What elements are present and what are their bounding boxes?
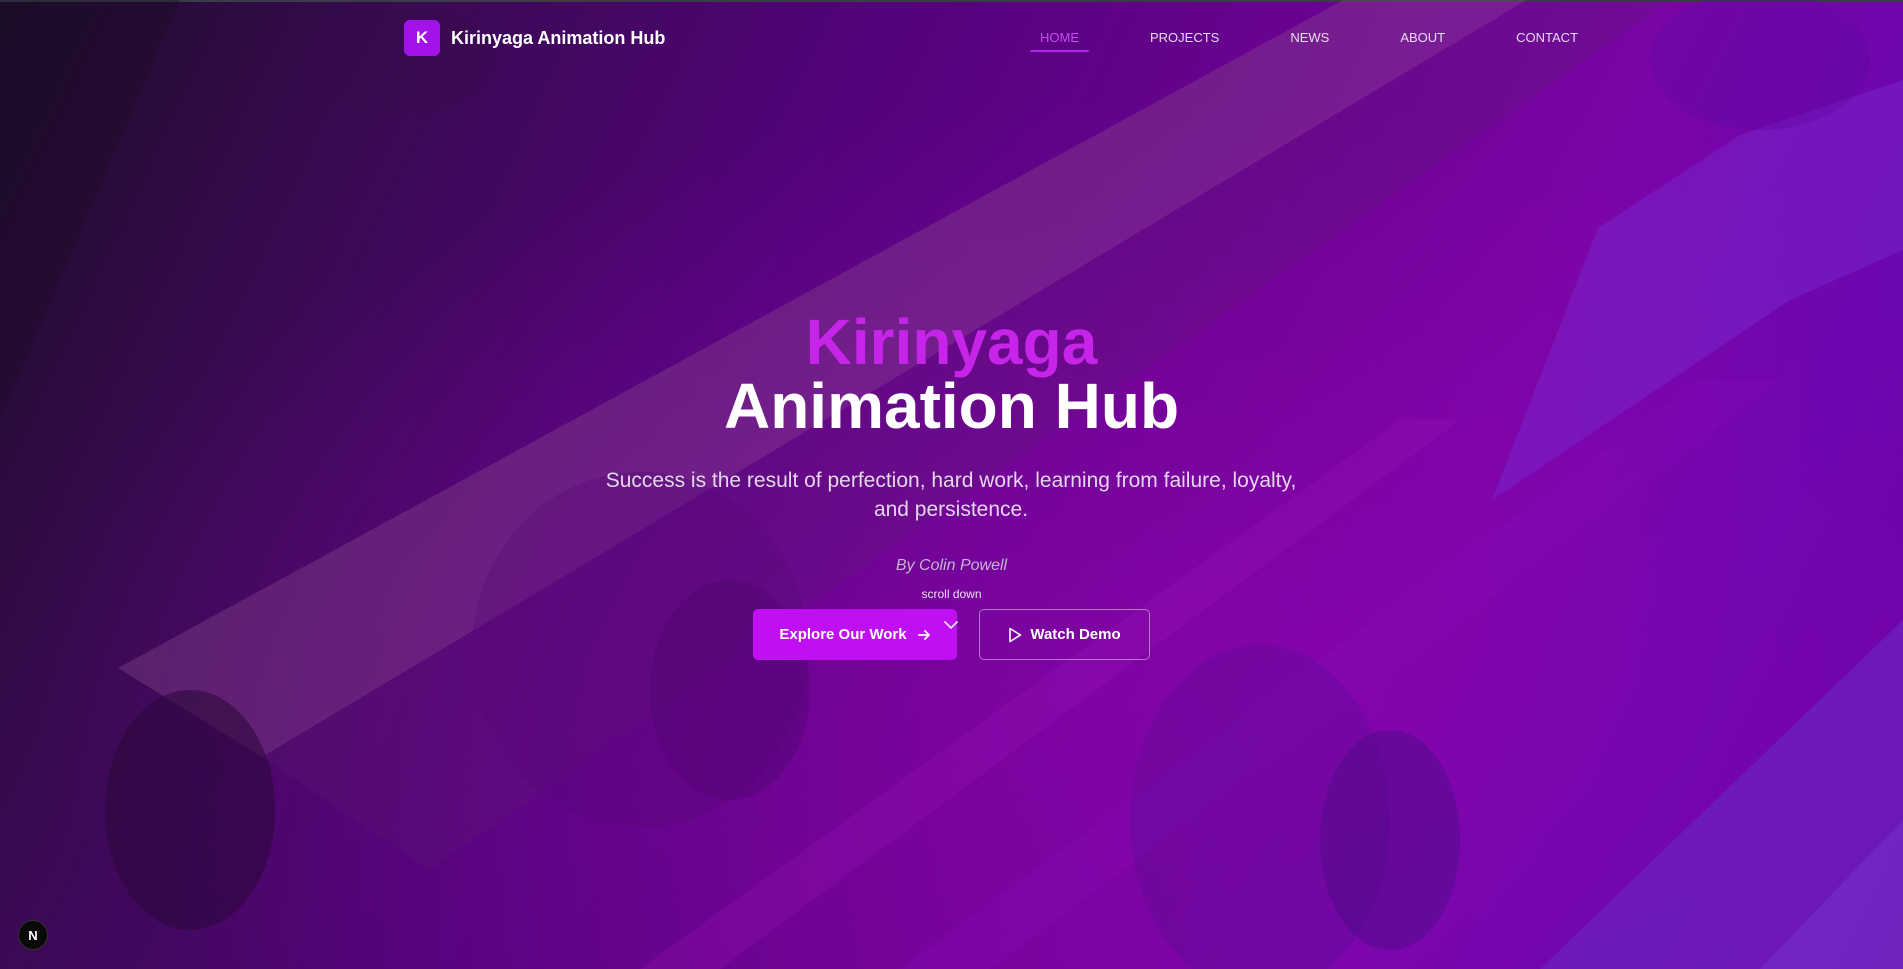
nav-item-news[interactable]: NEWS <box>1280 30 1339 45</box>
brand-name: Kirinyaga Animation Hub <box>451 27 666 48</box>
nav-item-home[interactable]: HOME <box>1030 30 1089 52</box>
chevron-down-icon[interactable] <box>943 620 959 630</box>
quote-author: By Colin Powell <box>895 557 1008 574</box>
watch-demo-button[interactable]: Watch Demo <box>979 609 1150 660</box>
scroll-down-hint[interactable]: scroll down <box>0 587 1903 601</box>
play-icon <box>1008 627 1022 643</box>
nav-item-contact[interactable]: CONTACT <box>1506 30 1588 45</box>
arrow-right-icon <box>917 628 931 642</box>
nav-links: HOME PROJECTS NEWS ABOUT CONTACT <box>1030 30 1639 52</box>
explore-work-label: Explore Our Work <box>779 626 907 643</box>
logo-mark: K <box>404 20 440 56</box>
watch-demo-label: Watch Demo <box>1030 626 1121 643</box>
hero-quote: Success is the result of perfection, har… <box>605 469 1297 521</box>
brand-logo[interactable]: K Kirinyaga Animation Hub <box>404 20 665 56</box>
hero-title-main: Animation Hub <box>723 370 1180 442</box>
nav-item-about[interactable]: ABOUT <box>1390 30 1455 45</box>
top-navigation: K Kirinyaga Animation Hub HOME PROJECTS … <box>0 0 1903 75</box>
dev-badge[interactable]: N <box>18 920 48 950</box>
hero-title-accent: Kirinyaga <box>805 306 1098 378</box>
nav-item-projects[interactable]: PROJECTS <box>1140 30 1229 45</box>
explore-work-button[interactable]: Explore Our Work <box>753 609 957 660</box>
hero-page: K Kirinyaga Animation Hub HOME PROJECTS … <box>0 0 1903 969</box>
